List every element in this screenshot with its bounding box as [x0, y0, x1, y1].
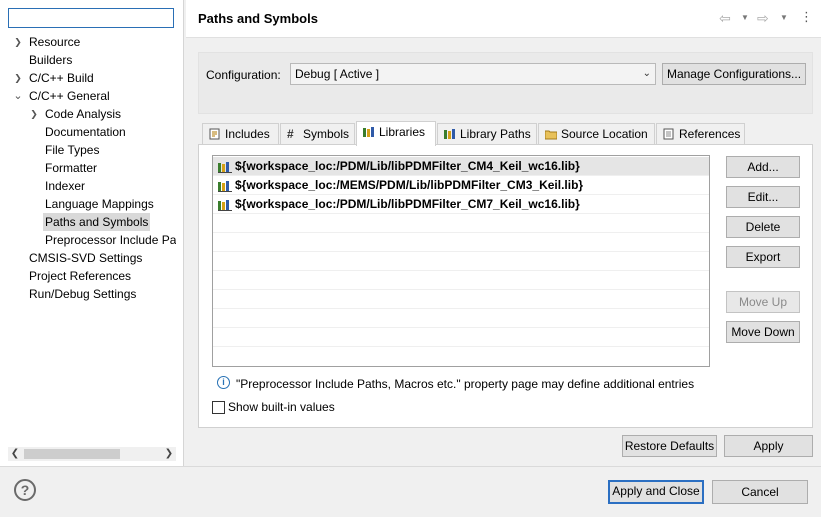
- move-down-button[interactable]: Move Down: [726, 321, 800, 343]
- tab-symbols-label: Symbols: [303, 127, 350, 141]
- empty-row: [213, 347, 709, 366]
- library-icon: [218, 162, 232, 173]
- tab-libraries-label: Libraries: [379, 125, 426, 139]
- delete-button[interactable]: Delete: [726, 216, 800, 238]
- page-title: Paths and Symbols: [198, 11, 318, 26]
- tree-item-paths-and-symbols[interactable]: Paths and Symbols: [43, 213, 151, 231]
- add-button[interactable]: Add...: [726, 156, 800, 178]
- empty-row: [213, 290, 709, 309]
- tree-item-preprocessor-include-paths[interactable]: Preprocessor Include Pat: [43, 231, 176, 249]
- tree-item-run-debug-settings[interactable]: Run/Debug Settings: [27, 285, 138, 303]
- library-icon: [218, 181, 232, 192]
- tab-references[interactable]: References: [656, 123, 745, 145]
- tree-item-cpp-general[interactable]: C/C++ General: [27, 87, 112, 105]
- tree-item-builders[interactable]: Builders: [27, 51, 74, 69]
- back-arrow-icon[interactable]: ⇦: [719, 10, 731, 27]
- library-path: ${workspace_loc:/PDM/Lib/libPDMFilter_CM…: [235, 159, 580, 173]
- collapse-cpp-general-icon[interactable]: ⌄: [13, 87, 23, 105]
- tab-source-location-label: Source Location: [561, 127, 648, 141]
- show-builtin-values-label[interactable]: Show built-in values: [228, 400, 335, 414]
- tab-symbols[interactable]: # Symbols: [280, 123, 355, 145]
- restore-defaults-button[interactable]: Restore Defaults: [622, 435, 717, 457]
- tree-item-file-types[interactable]: File Types: [43, 141, 101, 159]
- scrollbar-thumb[interactable]: [24, 449, 120, 459]
- horizontal-scrollbar[interactable]: ❮ ❯: [8, 447, 176, 461]
- edit-button[interactable]: Edit...: [726, 186, 800, 208]
- empty-row: [213, 252, 709, 271]
- expand-code-analysis-icon[interactable]: ❯: [29, 105, 39, 123]
- apply-button[interactable]: Apply: [724, 435, 813, 457]
- tree-item-documentation[interactable]: Documentation: [43, 123, 128, 141]
- empty-row: [213, 214, 709, 233]
- preferences-tree-pane: ❯ Resource Builders ❯ C/C++ Build ⌄ C/C+…: [0, 0, 184, 466]
- hash-icon: #: [287, 127, 294, 141]
- tab-library-paths[interactable]: Library Paths: [437, 123, 537, 145]
- library-icon: [218, 200, 232, 211]
- info-icon: i: [217, 376, 230, 389]
- tab-library-paths-label: Library Paths: [460, 127, 531, 141]
- scroll-right-icon[interactable]: ❯: [162, 447, 176, 461]
- chevron-down-icon: ⌄: [642, 68, 651, 79]
- tab-includes[interactable]: Includes: [202, 123, 279, 145]
- show-builtin-values-checkbox[interactable]: [212, 401, 225, 414]
- chevron-down-icon[interactable]: ▼: [780, 13, 788, 22]
- forward-arrow-icon[interactable]: ⇨: [757, 10, 769, 27]
- tree-item-project-references[interactable]: Project References: [27, 267, 133, 285]
- configuration-label: Configuration:: [206, 68, 281, 82]
- library-icon: [444, 129, 455, 139]
- cancel-button[interactable]: Cancel: [712, 480, 808, 504]
- configuration-select[interactable]: Debug [ Active ] ⌄: [290, 63, 656, 85]
- tab-references-label: References: [679, 127, 741, 141]
- tree-item-cmsis-svd-settings[interactable]: CMSIS-SVD Settings: [27, 249, 144, 267]
- empty-row: [213, 271, 709, 290]
- empty-row: [213, 233, 709, 252]
- configuration-select-value: Debug [ Active ]: [295, 67, 380, 81]
- list-item[interactable]: ${workspace_loc:/PDM/Lib/libPDMFilter_CM…: [213, 195, 709, 214]
- tree-item-cpp-build[interactable]: C/C++ Build: [27, 69, 96, 87]
- expand-cpp-build-icon[interactable]: ❯: [13, 69, 23, 87]
- empty-row: [213, 328, 709, 347]
- library-icon: [363, 127, 374, 137]
- expand-resource-icon[interactable]: ❯: [13, 33, 23, 51]
- help-icon[interactable]: ?: [14, 479, 36, 501]
- move-up-button[interactable]: Move Up: [726, 291, 800, 313]
- info-message: "Preprocessor Include Paths, Macros etc.…: [236, 377, 695, 391]
- apply-and-close-button[interactable]: Apply and Close: [608, 480, 704, 504]
- list-item[interactable]: ${workspace_loc:/PDM/Lib/libPDMFilter_CM…: [213, 157, 709, 176]
- tree-item-formatter[interactable]: Formatter: [43, 159, 99, 177]
- tree-item-language-mappings[interactable]: Language Mappings: [43, 195, 156, 213]
- tree-item-code-analysis[interactable]: Code Analysis: [43, 105, 123, 123]
- tab-source-location[interactable]: Source Location: [538, 123, 655, 145]
- library-path: ${workspace_loc:/PDM/Lib/libPDMFilter_CM…: [235, 197, 580, 211]
- manage-configurations-button[interactable]: Manage Configurations...: [662, 63, 806, 85]
- empty-row: [213, 309, 709, 328]
- folder-icon: [545, 130, 557, 140]
- filter-input[interactable]: [8, 8, 174, 28]
- library-list[interactable]: ${workspace_loc:/PDM/Lib/libPDMFilter_CM…: [212, 155, 710, 367]
- tree-item-indexer[interactable]: Indexer: [43, 177, 87, 195]
- tree-item-resource[interactable]: Resource: [27, 33, 82, 51]
- library-path: ${workspace_loc:/MEMS/PDM/Lib/libPDMFilt…: [235, 178, 584, 192]
- list-item[interactable]: ${workspace_loc:/MEMS/PDM/Lib/libPDMFilt…: [213, 176, 709, 195]
- tab-libraries[interactable]: Libraries: [356, 121, 436, 146]
- includes-icon: [209, 128, 220, 140]
- more-vert-icon[interactable]: ⋮: [800, 9, 813, 25]
- scroll-left-icon[interactable]: ❮: [8, 447, 22, 461]
- references-icon: [663, 128, 674, 140]
- tab-includes-label: Includes: [225, 127, 270, 141]
- chevron-down-icon[interactable]: ▼: [741, 13, 749, 22]
- export-button[interactable]: Export: [726, 246, 800, 268]
